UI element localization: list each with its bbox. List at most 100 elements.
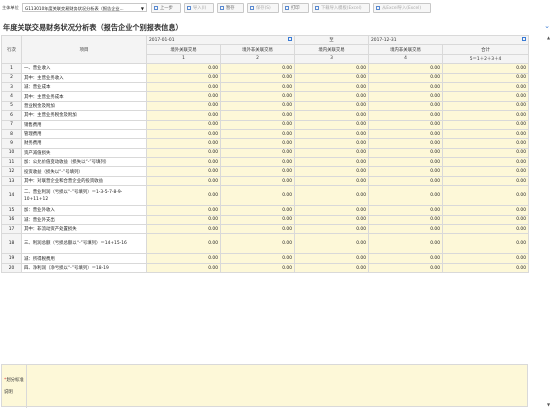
calendar-icon[interactable] xyxy=(288,37,292,41)
collapse-icon[interactable]: ⌄ xyxy=(544,22,550,30)
value-cell[interactable]: 0.00 xyxy=(294,110,369,121)
value-cell[interactable]: 0.00 xyxy=(442,214,529,226)
value-cell[interactable]: 0.00 xyxy=(146,175,221,187)
scroll-up-icon[interactable]: ▲ xyxy=(547,35,550,40)
value-cell[interactable]: 0.00 xyxy=(368,262,443,274)
start-date-field[interactable]: 2017-01-01 xyxy=(146,34,295,46)
value-cell[interactable]: 0.00 xyxy=(294,262,369,274)
scrollbar[interactable]: ▲ ▼ xyxy=(546,35,554,407)
value-cell[interactable]: 0.00 xyxy=(368,233,443,255)
value-cell[interactable]: 0.00 xyxy=(220,100,295,112)
value-cell[interactable]: 0.00 xyxy=(146,157,221,168)
value-cell[interactable]: 0.00 xyxy=(220,147,295,159)
value-cell[interactable]: 0.00 xyxy=(220,224,295,235)
value-cell[interactable]: 0.00 xyxy=(368,224,443,235)
value-cell[interactable]: 0.00 xyxy=(442,166,529,177)
value-cell[interactable]: 0.00 xyxy=(442,175,529,187)
value-cell[interactable]: 0.00 xyxy=(294,63,369,74)
value-cell[interactable]: 0.00 xyxy=(368,253,443,264)
value-cell[interactable]: 0.00 xyxy=(294,224,369,235)
value-cell[interactable]: 0.00 xyxy=(442,81,529,93)
value-cell[interactable]: 0.00 xyxy=(368,166,443,177)
value-cell[interactable]: 0.00 xyxy=(294,119,369,130)
prev-step-button[interactable]: 上一步 xyxy=(151,3,181,13)
value-cell[interactable]: 0.00 xyxy=(146,100,221,112)
classification-note-field[interactable]: *划分标准说明 xyxy=(1,364,528,408)
value-cell[interactable]: 0.00 xyxy=(146,214,221,226)
value-cell[interactable]: 0.00 xyxy=(442,72,529,83)
value-cell[interactable]: 0.00 xyxy=(294,205,369,216)
print-button[interactable]: 打印 xyxy=(282,3,309,13)
value-cell[interactable]: 0.00 xyxy=(220,91,295,102)
value-cell[interactable]: 0.00 xyxy=(368,205,443,216)
value-cell[interactable]: 0.00 xyxy=(442,100,529,112)
value-cell[interactable]: 0.00 xyxy=(220,233,295,255)
value-cell[interactable]: 0.00 xyxy=(368,128,443,140)
value-cell[interactable]: 0.00 xyxy=(442,63,529,74)
value-cell[interactable]: 0.00 xyxy=(146,253,221,264)
value-cell[interactable]: 0.00 xyxy=(368,81,443,93)
scroll-down-icon[interactable]: ▼ xyxy=(547,402,550,407)
value-cell[interactable]: 0.00 xyxy=(368,185,443,207)
value-cell[interactable]: 0.00 xyxy=(220,110,295,121)
value-cell[interactable]: 0.00 xyxy=(220,214,295,226)
value-cell[interactable]: 0.00 xyxy=(220,63,295,74)
value-cell[interactable]: 0.00 xyxy=(294,147,369,159)
value-cell[interactable]: 0.00 xyxy=(294,138,369,149)
value-cell[interactable]: 0.00 xyxy=(368,138,443,149)
value-cell[interactable]: 0.00 xyxy=(442,205,529,216)
value-cell[interactable]: 0.00 xyxy=(294,81,369,93)
value-cell[interactable]: 0.00 xyxy=(146,128,221,140)
value-cell[interactable]: 0.00 xyxy=(368,147,443,159)
value-cell[interactable]: 0.00 xyxy=(146,138,221,149)
value-cell[interactable]: 0.00 xyxy=(294,72,369,83)
value-cell[interactable]: 0.00 xyxy=(368,72,443,83)
value-cell[interactable]: 0.00 xyxy=(368,100,443,112)
excel-import-button[interactable]: 从Excel导入(Excel) xyxy=(373,3,431,13)
value-cell[interactable]: 0.00 xyxy=(220,157,295,168)
value-cell[interactable]: 0.00 xyxy=(442,253,529,264)
value-cell[interactable]: 0.00 xyxy=(442,224,529,235)
temp-save-button[interactable]: 暂存 xyxy=(217,3,244,13)
value-cell[interactable]: 0.00 xyxy=(442,233,529,255)
value-cell[interactable]: 0.00 xyxy=(442,147,529,159)
value-cell[interactable]: 0.00 xyxy=(294,100,369,112)
value-cell[interactable]: 0.00 xyxy=(146,147,221,159)
value-cell[interactable]: 0.00 xyxy=(220,185,295,207)
value-cell[interactable]: 0.00 xyxy=(146,110,221,121)
value-cell[interactable]: 0.00 xyxy=(368,91,443,102)
download-template-button[interactable]: 下载导入模板(Excel) xyxy=(312,3,370,13)
value-cell[interactable]: 0.00 xyxy=(220,205,295,216)
value-cell[interactable]: 0.00 xyxy=(220,119,295,130)
value-cell[interactable]: 0.00 xyxy=(442,119,529,130)
value-cell[interactable]: 0.00 xyxy=(442,138,529,149)
value-cell[interactable]: 0.00 xyxy=(294,253,369,264)
value-cell[interactable]: 0.00 xyxy=(146,166,221,177)
value-cell[interactable]: 0.00 xyxy=(146,81,221,93)
value-cell[interactable]: 0.00 xyxy=(442,110,529,121)
value-cell[interactable]: 0.00 xyxy=(146,224,221,235)
value-cell[interactable]: 0.00 xyxy=(368,110,443,121)
save-button[interactable]: 保存(S) xyxy=(247,3,279,13)
value-cell[interactable]: 0.00 xyxy=(442,185,529,207)
value-cell[interactable]: 0.00 xyxy=(220,72,295,83)
value-cell[interactable]: 0.00 xyxy=(146,72,221,83)
value-cell[interactable]: 0.00 xyxy=(146,119,221,130)
value-cell[interactable]: 0.00 xyxy=(368,214,443,226)
value-cell[interactable]: 0.00 xyxy=(442,91,529,102)
value-cell[interactable]: 0.00 xyxy=(442,262,529,274)
value-cell[interactable]: 0.00 xyxy=(220,175,295,187)
value-cell[interactable]: 0.00 xyxy=(294,91,369,102)
value-cell[interactable]: 0.00 xyxy=(442,157,529,168)
value-cell[interactable]: 0.00 xyxy=(146,63,221,74)
value-cell[interactable]: 0.00 xyxy=(368,119,443,130)
value-cell[interactable]: 0.00 xyxy=(146,185,221,207)
value-cell[interactable]: 0.00 xyxy=(220,166,295,177)
value-cell[interactable]: 0.00 xyxy=(368,63,443,74)
value-cell[interactable]: 0.00 xyxy=(294,175,369,187)
value-cell[interactable]: 0.00 xyxy=(294,157,369,168)
value-cell[interactable]: 0.00 xyxy=(368,157,443,168)
value-cell[interactable]: 0.00 xyxy=(368,175,443,187)
value-cell[interactable]: 0.00 xyxy=(146,262,221,274)
value-cell[interactable]: 0.00 xyxy=(220,138,295,149)
